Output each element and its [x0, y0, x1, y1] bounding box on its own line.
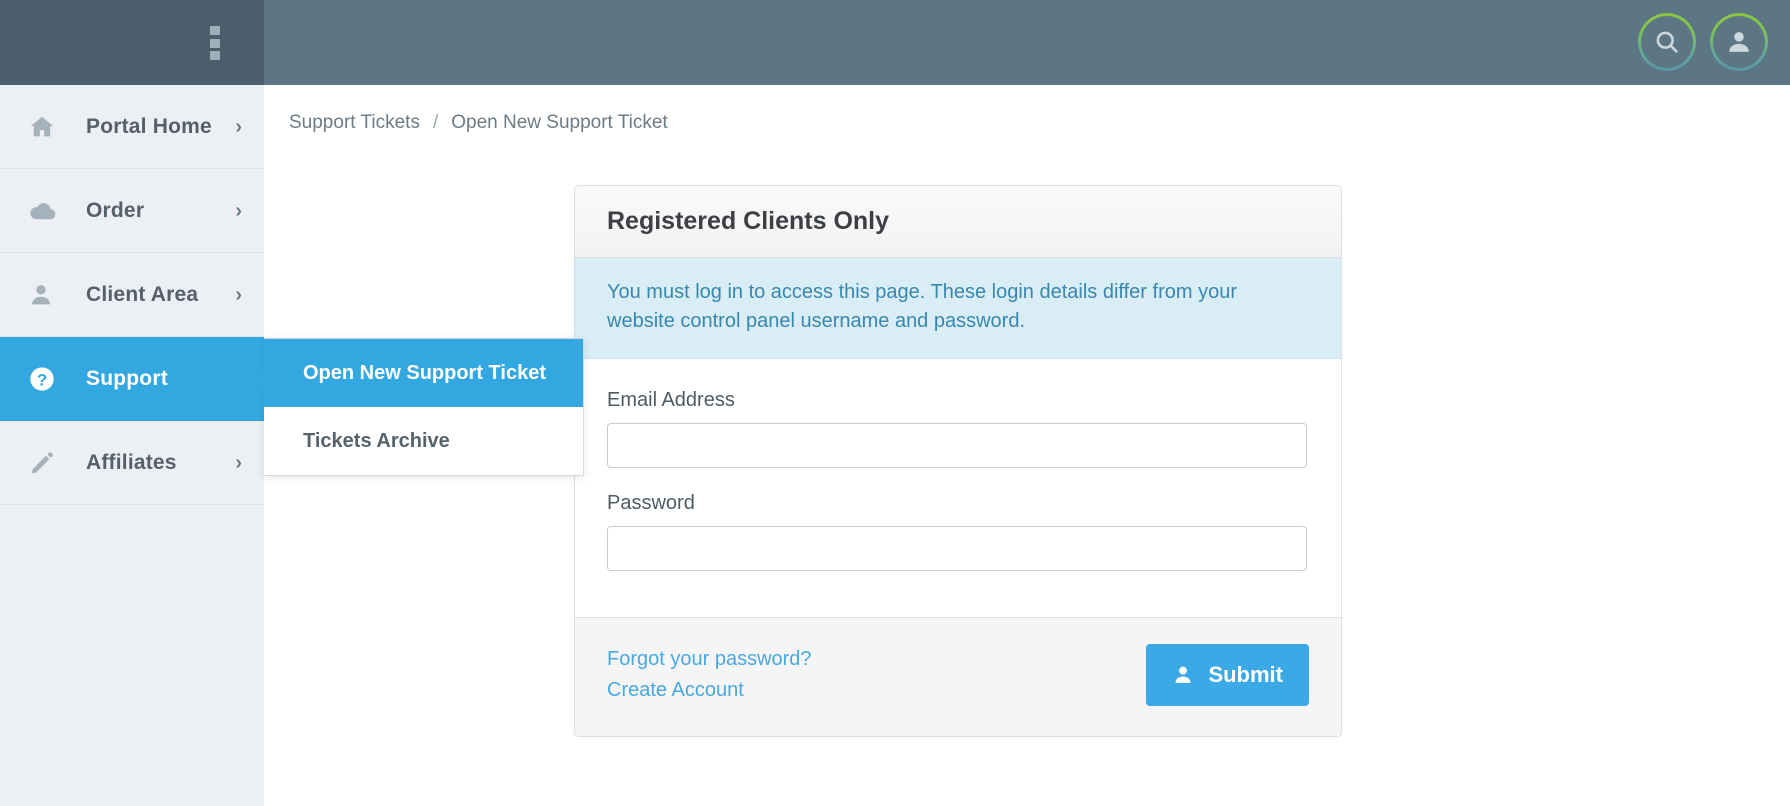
top-bar-brand-area: [0, 0, 264, 85]
chevron-right-icon: ›: [235, 283, 242, 306]
sidebar-item-label: Support: [86, 366, 168, 390]
chevron-right-icon: ›: [235, 451, 242, 474]
submenu-item-label: Open New Support Ticket: [303, 361, 546, 384]
submenu-pointer-icon: [251, 367, 264, 393]
breadcrumb-parent[interactable]: Support Tickets: [289, 112, 420, 134]
account-button[interactable]: [1710, 13, 1768, 71]
chevron-right-icon: ›: [235, 199, 242, 222]
sidebar-empty-area: [0, 591, 264, 806]
login-form: Email Address Password: [575, 359, 1341, 617]
sidebar-item-client-area[interactable]: Client Area ›: [0, 253, 264, 337]
login-panel-header: Registered Clients Only: [575, 186, 1341, 258]
login-panel-footer: Forgot your password? Create Account Sub…: [575, 617, 1341, 736]
question-circle-icon: ?: [28, 365, 70, 393]
sidebar-item-order[interactable]: Order ›: [0, 169, 264, 253]
sidebar-item-support[interactable]: ? Support ›: [0, 337, 264, 421]
breadcrumb: Support Tickets / Open New Support Ticke…: [289, 112, 668, 134]
email-label: Email Address: [607, 389, 735, 411]
home-icon: [28, 113, 70, 141]
search-icon: [1656, 31, 1678, 53]
breadcrumb-separator: /: [432, 112, 439, 133]
chevron-right-icon: ›: [235, 115, 242, 138]
sidebar-item-portal-home[interactable]: Portal Home ›: [0, 85, 264, 169]
submit-button[interactable]: Submit: [1146, 644, 1309, 706]
user-icon: [28, 282, 70, 308]
login-panel: Registered Clients Only You must log in …: [574, 185, 1342, 737]
password-input[interactable]: [607, 526, 1307, 571]
submenu-item-tickets-archive[interactable]: Tickets Archive: [264, 407, 583, 475]
forgot-password-link[interactable]: Forgot your password?: [607, 646, 812, 673]
top-bar: [0, 0, 1790, 85]
sidebar-item-affiliates[interactable]: Affiliates ›: [0, 421, 264, 505]
submenu-item-open-new-support-ticket[interactable]: Open New Support Ticket: [264, 339, 583, 407]
search-button[interactable]: [1638, 13, 1696, 71]
breadcrumb-current: Open New Support Ticket: [451, 112, 668, 133]
cloud-icon: [28, 196, 70, 226]
support-submenu: Open New Support Ticket Tickets Archive: [251, 338, 584, 476]
page-title: Registered Clients Only: [607, 207, 890, 235]
login-alert-message: You must log in to access this page. The…: [575, 258, 1341, 359]
submit-button-label: Submit: [1208, 662, 1283, 687]
kebab-dot: [210, 51, 220, 60]
svg-text:?: ?: [37, 370, 47, 389]
password-label: Password: [607, 492, 695, 514]
submenu-item-label: Tickets Archive: [303, 429, 450, 452]
sidebar: Portal Home › Order › Client Area › ? Su…: [0, 85, 264, 806]
email-input[interactable]: [607, 423, 1307, 468]
user-icon: [1175, 666, 1191, 683]
pencil-icon: [28, 449, 70, 477]
kebab-dot: [210, 26, 220, 35]
menu-toggle-icon[interactable]: [210, 26, 220, 60]
create-account-link[interactable]: Create Account: [607, 677, 812, 704]
top-bar-actions: [1638, 13, 1768, 71]
footer-links: Forgot your password? Create Account: [607, 646, 812, 704]
email-field-group: Email Address: [607, 389, 1309, 468]
user-icon: [1729, 32, 1749, 52]
password-field-group: Password: [607, 492, 1309, 571]
kebab-dot: [210, 38, 220, 48]
